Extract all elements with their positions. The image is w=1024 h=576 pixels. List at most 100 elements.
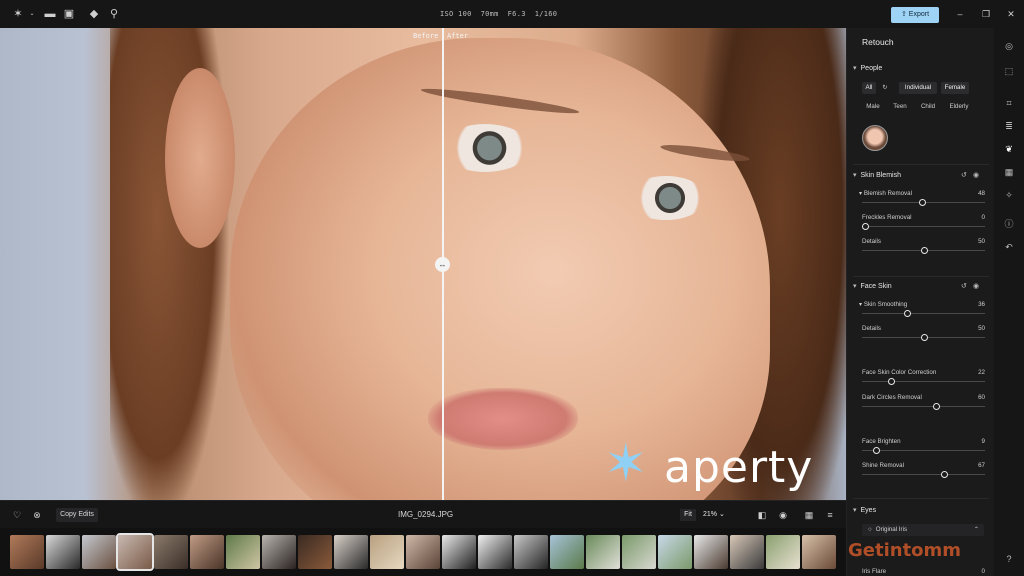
eyes-header[interactable]: ▾ Eyes [853,506,876,514]
slider-track[interactable] [862,334,985,341]
thumbnail[interactable] [442,535,476,569]
thumbnail[interactable] [478,535,512,569]
help-icon[interactable]: ? [1003,553,1015,565]
chip-individual[interactable]: Individual [899,82,937,94]
face-skin-header[interactable]: ▾ Face Skin [853,282,892,290]
magic-icon[interactable]: ✧ [1003,189,1015,201]
thumbnail[interactable] [514,535,548,569]
reject-icon[interactable]: ⊗ [31,509,43,521]
retouch-icon[interactable]: ❦ [1003,143,1015,155]
thumbnail[interactable] [550,535,584,569]
slider-track[interactable] [862,378,985,385]
select-icon[interactable]: ⬚ [1003,65,1015,77]
thumbnail[interactable] [262,535,296,569]
slider-track[interactable] [862,403,985,410]
iris-dropdown[interactable]: ○ Original Iris ⌃ [862,524,984,536]
chip-all[interactable]: All [862,82,876,94]
thumbnail[interactable] [334,535,368,569]
thumbnail[interactable] [730,535,764,569]
slider-value: 0 [981,214,985,221]
slider-knob[interactable] [921,334,928,341]
skin-blemish-title: Skin Blemish [860,172,901,179]
thumbnail[interactable] [694,535,728,569]
visibility-icon[interactable]: ◉ [973,171,979,179]
aperty-logo-icon[interactable]: ✶ [12,8,24,20]
slider-track[interactable] [862,310,985,317]
reset-icon[interactable]: ↺ [961,282,967,290]
slider-knob[interactable] [932,403,940,410]
split-view-icon[interactable]: ◧ [756,509,768,521]
retouch-panel: Retouch ▾ People All ↻ Individual Female … [846,28,995,576]
slider-knob[interactable] [941,471,949,478]
slider-knob[interactable] [887,378,895,385]
adjust-icon[interactable]: ≣ [1003,120,1015,132]
thumbnail[interactable] [406,535,440,569]
eraser-icon[interactable]: ◆ [88,8,100,20]
thumbnail[interactable] [190,535,224,569]
slider-track[interactable] [862,247,985,254]
slider-track[interactable] [862,199,985,206]
thumbnail[interactable] [46,535,80,569]
chip-teen[interactable]: Teen [889,101,911,113]
aperty-logo-text: aperty [664,442,814,493]
heart-icon[interactable]: ♡ [11,509,23,521]
grid-view-icon[interactable]: ▦ [803,509,815,521]
close-icon[interactable]: ✕ [1005,8,1017,20]
visibility-icon[interactable]: ◉ [973,282,979,290]
skin-blemish-header[interactable]: ▾ Skin Blemish [853,171,901,179]
slider-knob[interactable] [918,199,926,206]
face-avatar[interactable] [862,125,888,151]
export-label: Export [908,11,930,18]
grid-icon[interactable]: ▦ [1003,166,1015,178]
folder-icon[interactable]: ▬ [44,8,56,20]
copy-edits-button[interactable]: Copy Edits [56,508,98,522]
shutter-value: 1/160 [534,10,558,18]
undo-icon[interactable]: ↶ [1003,241,1015,253]
thumbnail[interactable] [82,535,116,569]
slider-track[interactable] [862,447,985,454]
thumbnail[interactable] [298,535,332,569]
thumbnail[interactable] [10,535,44,569]
export-button[interactable]: ⇪ Export [891,7,939,23]
thumbnail[interactable] [622,535,656,569]
slider-knob[interactable] [872,447,880,454]
focal-length: 70mm [480,10,499,18]
thumbnail[interactable] [370,535,404,569]
maximize-icon[interactable]: ❐ [980,8,992,20]
slider-track[interactable] [862,471,985,478]
divider [853,498,989,499]
slider-knob[interactable] [862,223,869,230]
thumbnail[interactable] [586,535,620,569]
photo-canvas[interactable]: Before After ↔ ✶ aperty [0,28,846,500]
slider-knob[interactable] [904,310,912,317]
magnifier-icon[interactable]: ⚲ [108,8,120,20]
layers-icon[interactable]: ◎ [1003,40,1015,52]
thumbnail[interactable] [766,535,800,569]
chip-refresh[interactable]: ↻ [879,82,891,94]
eye-icon[interactable]: ◉ [777,509,789,521]
menu-chevron-icon[interactable]: ⌄ [26,8,38,20]
compare-handle-icon[interactable]: ↔ [435,257,450,272]
chip-female[interactable]: Female [941,82,969,94]
chip-child[interactable]: Child [916,101,940,113]
slider-label: ▾ Blemish Removal [859,190,912,197]
sort-icon[interactable]: ≡ [824,509,836,521]
zoom-dropdown[interactable]: 21% ⌄ [703,509,733,521]
gallery-icon[interactable]: ▣ [63,8,75,20]
thumbnail[interactable] [154,535,188,569]
fit-button[interactable]: Fit [680,509,696,521]
thumbnail[interactable] [658,535,692,569]
reset-icon[interactable]: ↺ [961,171,967,179]
thumbnail-selected[interactable] [116,533,154,571]
info-icon[interactable]: ⓘ [1003,218,1015,230]
crop-icon[interactable]: ⌗ [1003,97,1015,109]
slider-knob[interactable] [921,247,928,254]
chip-male[interactable]: Male [862,101,884,113]
people-section-header[interactable]: ▾ People [853,64,882,72]
minimize-icon[interactable]: – [954,8,966,20]
iris-radio-icon: ○ [868,526,872,533]
chip-elderly[interactable]: Elderly [945,101,973,113]
thumbnail[interactable] [226,535,260,569]
thumbnail[interactable] [802,535,836,569]
slider-track[interactable] [862,223,985,230]
